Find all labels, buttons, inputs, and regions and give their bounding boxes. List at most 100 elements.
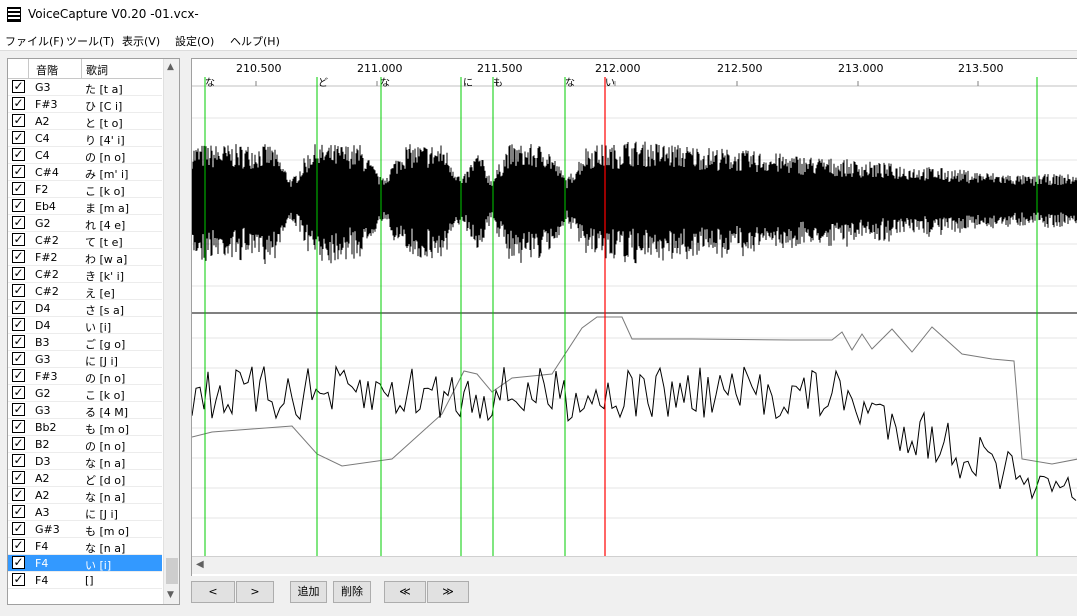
row-checkbox[interactable]: ✓	[12, 233, 25, 246]
list-item[interactable]: ✓ G2 れ [4 e]	[8, 215, 162, 232]
row-checkbox[interactable]: ✓	[12, 301, 25, 314]
row-checkbox[interactable]: ✓	[12, 97, 25, 110]
menu-view[interactable]: 表示(V)	[122, 33, 160, 49]
row-checkbox[interactable]: ✓	[12, 148, 25, 161]
menu-settings[interactable]: 設定(O)	[175, 33, 214, 49]
row-note: F4	[35, 574, 49, 587]
row-checkbox[interactable]: ✓	[12, 182, 25, 195]
list-item[interactable]: ✓ F#3 ひ [C i]	[8, 96, 162, 113]
row-checkbox[interactable]: ✓	[12, 403, 25, 416]
row-checkbox[interactable]: ✓	[12, 284, 25, 297]
row-checkbox[interactable]: ✓	[12, 267, 25, 280]
delete-button[interactable]: 削除	[333, 581, 371, 603]
row-checkbox[interactable]: ✓	[12, 471, 25, 484]
row-checkbox[interactable]: ✓	[12, 335, 25, 348]
row-lyric: も [m o]	[85, 423, 130, 436]
list-item[interactable]: ✓ F#2 わ [w a]	[8, 249, 162, 266]
list-item[interactable]: ✓ G3 に [J i]	[8, 351, 162, 368]
row-checkbox[interactable]: ✓	[12, 250, 25, 263]
row-checkbox[interactable]: ✓	[12, 114, 25, 127]
row-note: C#2	[35, 234, 59, 247]
first-button[interactable]: ≪	[384, 581, 426, 603]
last-button[interactable]: ≫	[427, 581, 469, 603]
row-checkbox[interactable]: ✓	[12, 216, 25, 229]
row-note: G3	[35, 81, 51, 94]
list-item[interactable]: ✓ F4 []	[8, 572, 162, 589]
header-separator	[28, 59, 29, 78]
list-item[interactable]: ✓ A2 ど [d o]	[8, 470, 162, 487]
waveform-horizontal-scrollbar[interactable]: ◀	[192, 556, 1077, 574]
row-checkbox[interactable]: ✓	[12, 437, 25, 450]
scroll-down-icon[interactable]: ▼	[167, 590, 174, 600]
list-item[interactable]: ✓ Bb2 も [m o]	[8, 419, 162, 436]
list-item[interactable]: ✓ F4 い [i]	[8, 555, 162, 572]
list-item[interactable]: ✓ G2 こ [k o]	[8, 385, 162, 402]
row-checkbox[interactable]: ✓	[12, 131, 25, 144]
header-scale[interactable]: 音階	[36, 62, 58, 78]
lyric-mark: な	[205, 78, 215, 89]
list-item[interactable]: ✓ D3 な [n a]	[8, 453, 162, 470]
list-item[interactable]: ✓ C4 り [4' i]	[8, 130, 162, 147]
row-lyric: ど [d o]	[85, 474, 126, 487]
list-item[interactable]: ✓ A2 な [n a]	[8, 487, 162, 504]
list-item[interactable]: ✓ G3 る [4 M]	[8, 402, 162, 419]
row-checkbox[interactable]: ✓	[12, 420, 25, 433]
waveform-display[interactable]	[192, 59, 1077, 314]
menu-file[interactable]: ファイル(F)	[5, 33, 64, 49]
waveform-panel[interactable]: ◀ 210.500 211.000 211.500 212.000 212.500 213…	[191, 58, 1077, 576]
scroll-left-icon[interactable]: ◀	[196, 559, 204, 570]
list-item[interactable]: ✓ C#2 き [k' i]	[8, 266, 162, 283]
row-checkbox[interactable]: ✓	[12, 165, 25, 178]
row-checkbox[interactable]: ✓	[12, 454, 25, 467]
menu-tools[interactable]: ツール(T)	[66, 33, 114, 49]
list-item[interactable]: ✓ C4 の [n o]	[8, 147, 162, 164]
row-note: A2	[35, 115, 50, 128]
list-item[interactable]: ✓ G3 た [t a]	[8, 79, 162, 96]
list-item[interactable]: ✓ C#2 え [e]	[8, 283, 162, 300]
row-lyric: き [k' i]	[85, 270, 125, 283]
list-item[interactable]: ✓ F2 こ [k o]	[8, 181, 162, 198]
time-tick-label: 212.000	[595, 62, 641, 75]
row-note: C#2	[35, 285, 59, 298]
row-checkbox[interactable]: ✓	[12, 369, 25, 382]
row-checkbox[interactable]: ✓	[12, 80, 25, 93]
row-lyric: み [m' i]	[85, 168, 129, 181]
row-checkbox[interactable]: ✓	[12, 199, 25, 212]
row-checkbox[interactable]: ✓	[12, 386, 25, 399]
lyric-mark: な	[380, 78, 390, 89]
list-item[interactable]: ✓ B2 の [n o]	[8, 436, 162, 453]
header-lyrics[interactable]: 歌詞	[86, 62, 108, 78]
time-tick-label: 213.500	[958, 62, 1004, 75]
list-item[interactable]: ✓ B3 ご [g o]	[8, 334, 162, 351]
list-item[interactable]: ✓ A3 に [J i]	[8, 504, 162, 521]
row-lyric: な [n a]	[85, 542, 126, 555]
list-item[interactable]: ✓ F#3 の [n o]	[8, 368, 162, 385]
list-item[interactable]: ✓ Eb4 ま [m a]	[8, 198, 162, 215]
add-button[interactable]: 追加	[290, 581, 327, 603]
prev-button[interactable]: <	[191, 581, 235, 603]
row-checkbox[interactable]: ✓	[12, 573, 25, 586]
list-item[interactable]: ✓ G#3 も [m o]	[8, 521, 162, 538]
row-checkbox[interactable]: ✓	[12, 539, 25, 552]
row-checkbox[interactable]: ✓	[12, 522, 25, 535]
lyric-mark: も	[493, 78, 503, 89]
scroll-up-icon[interactable]: ▲	[167, 62, 174, 72]
row-checkbox[interactable]: ✓	[12, 505, 25, 518]
scroll-thumb[interactable]	[166, 558, 178, 584]
row-checkbox[interactable]: ✓	[12, 352, 25, 365]
row-checkbox[interactable]: ✓	[12, 318, 25, 331]
list-item[interactable]: ✓ F4 な [n a]	[8, 538, 162, 555]
list-item[interactable]: ✓ D4 さ [s a]	[8, 300, 162, 317]
list-item[interactable]: ✓ A2 と [t o]	[8, 113, 162, 130]
pitch-curve-display[interactable]	[192, 314, 1077, 556]
row-checkbox[interactable]: ✓	[12, 556, 25, 569]
list-item[interactable]: ✓ D4 い [i]	[8, 317, 162, 334]
list-item[interactable]: ✓ C#2 て [t e]	[8, 232, 162, 249]
list-item[interactable]: ✓ C#4 み [m' i]	[8, 164, 162, 181]
row-checkbox[interactable]: ✓	[12, 488, 25, 501]
list-vertical-scrollbar[interactable]: ▲ ▼	[163, 59, 179, 604]
row-note: Eb4	[35, 200, 56, 213]
next-button[interactable]: >	[236, 581, 274, 603]
menu-help[interactable]: ヘルプ(H)	[230, 33, 280, 49]
row-note: A2	[35, 472, 50, 485]
